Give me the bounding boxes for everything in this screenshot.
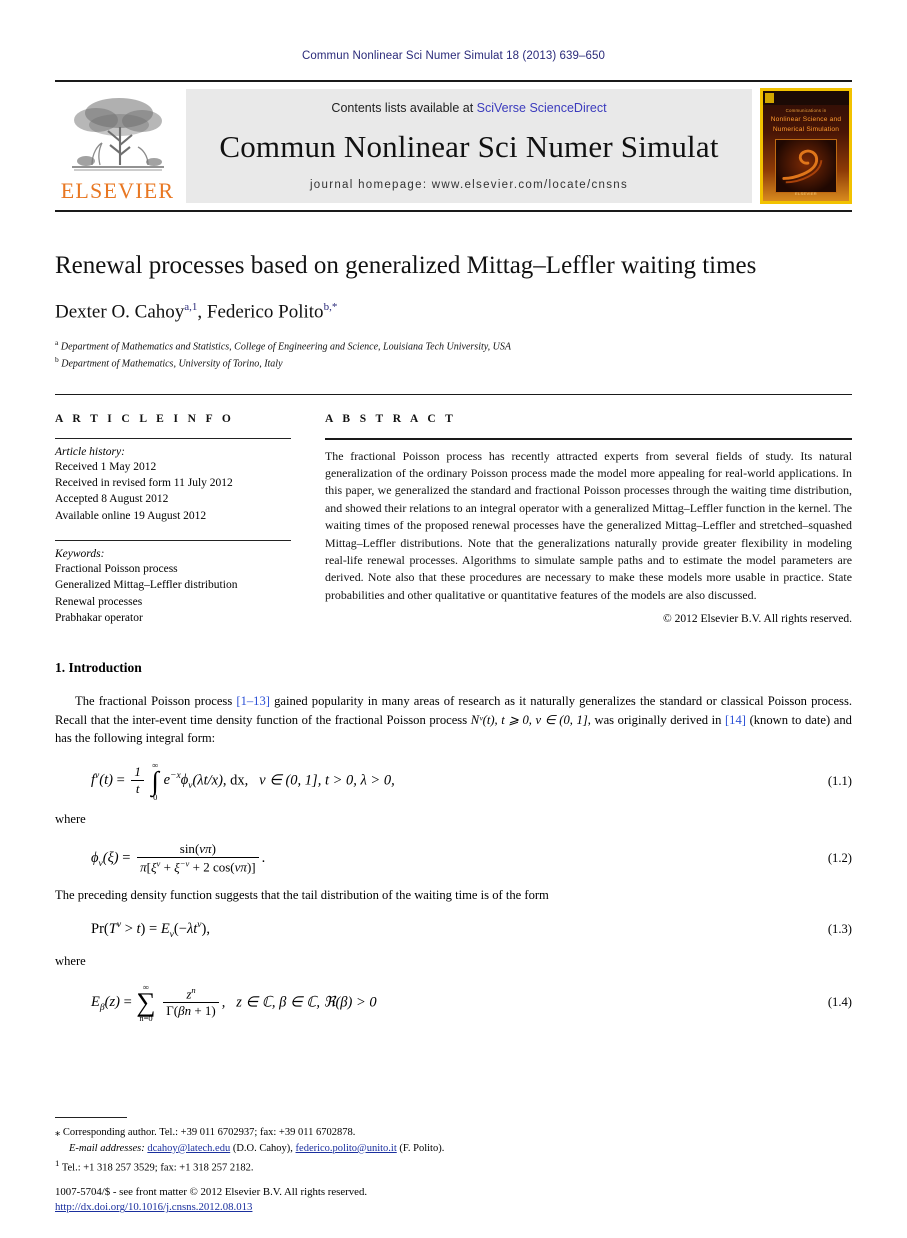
section-heading: 1. Introduction (55, 660, 142, 676)
equation-1-4-condition: z ∈ ℂ, β ∈ ℂ, ℜ(β) > 0 (236, 993, 377, 1010)
colophon: 1007-5704/$ - see front matter © 2012 El… (55, 1185, 367, 1216)
intro-paragraph: The fractional Poisson process [1–13] ga… (55, 692, 852, 747)
intro-text-a: The fractional Poisson process (75, 694, 237, 709)
footnote-corresponding-text: Corresponding author. Tel.: +39 011 6702… (62, 1126, 356, 1138)
elsevier-tree-icon (62, 93, 174, 181)
author-marks: a,1 (184, 300, 198, 313)
where-line-1: where (55, 812, 86, 827)
abstract-text: The fractional Poisson process has recen… (325, 448, 852, 602)
affiliation-mark: b (55, 355, 59, 365)
where-line-2: where (55, 953, 86, 968)
citation-link[interactable]: [1–13] (236, 694, 270, 708)
email-owner-cahoy: (D.O. Cahoy), (232, 1142, 293, 1154)
paper-page: Commun Nonlinear Sci Numer Simulat 18 (2… (0, 0, 907, 1238)
page-title: Renewal processes based on generalized M… (55, 252, 757, 279)
post-equation-text: The preceding density function suggests … (55, 887, 549, 902)
abstract-copyright: © 2012 Elsevier B.V. All rights reserved… (663, 613, 852, 626)
author-name: Dexter O. Cahoy (55, 301, 185, 323)
keyword-item: Renewal processes (55, 595, 143, 608)
author-name: Federico Polito (206, 301, 324, 323)
cover-artwork (775, 139, 837, 194)
article-history-heading: Article history: (55, 445, 125, 458)
abstract-column: A B S T R A C T The fractional Poisson p… (325, 413, 852, 627)
equation-number: (1.4) (827, 994, 852, 1009)
footnote-note-1-text: Tel.: +1 318 257 3529; fax: +1 318 257 2… (61, 1162, 254, 1174)
affiliation-mark: a (55, 338, 59, 348)
equation-1-3-body: Pr(Tν > t) = Eν(−λtν), (91, 919, 210, 940)
footnote-rule (55, 1116, 127, 1118)
cover-line-small: Communications in (785, 108, 827, 113)
affiliation-list: a Department of Mathematics and Statisti… (55, 337, 852, 372)
affiliation-text: Department of Mathematics, University of… (61, 358, 283, 370)
affiliation-text: Department of Mathematics and Statistics… (60, 341, 511, 353)
cover-footer: ELSEVIER (795, 191, 817, 196)
equation-1-1: fν(t) = 1t ∞ ∫ 0 e−xϕν(λt/x), dx, ν ∈ (0, … (55, 761, 852, 801)
citation-link[interactable]: [14] (725, 713, 746, 727)
intro-text-c: , was originally derived in (587, 712, 725, 727)
article-head: Renewal processes based on generalized M… (55, 252, 852, 372)
elsevier-wordmark: ELSEVIER (60, 177, 175, 203)
keyword-item: Fractional Poisson process (55, 563, 178, 576)
equation-1-1-condition: ν ∈ (0, 1], t > 0, λ > 0, (259, 772, 395, 789)
asterisk-icon: ⁎ (55, 1126, 61, 1138)
cover-line-big: Nonlinear Science and Numerical Simulati… (770, 116, 842, 133)
sciencedirect-link[interactable]: SciVerse ScienceDirect (477, 101, 607, 115)
email-owner-polito: (F. Polito). (399, 1142, 445, 1154)
affiliation-item: b Department of Mathematics, University … (55, 354, 852, 371)
equation-number: (1.3) (827, 922, 852, 937)
journal-masthead: ELSEVIER Contents lists available at Sci… (55, 80, 852, 212)
email-link-cahoy[interactable]: dcahoy@latech.edu (147, 1143, 230, 1154)
contents-available-line: Contents lists available at SciVerse Sci… (331, 101, 606, 115)
equation-1-2: ϕν(ξ) = sin(νπ) π[ξν + ξ−ν + 2 cos(νπ)] … (55, 841, 852, 876)
introduction-section: 1. Introduction The fractional Poisson p… (55, 660, 852, 1022)
history-item: Received in revised form 11 July 2012 (55, 477, 233, 490)
issn-copyright-line: 1007-5704/$ - see front matter © 2012 El… (55, 1185, 368, 1198)
equation-number: (1.1) (827, 773, 852, 788)
journal-homepage[interactable]: journal homepage: www.elsevier.com/locat… (310, 179, 628, 191)
footnote-corresponding-author: ⁎ Corresponding author. Tel.: +39 011 67… (55, 1125, 852, 1141)
journal-cover-thumbnail[interactable]: Communications in Nonlinear Science and … (760, 88, 852, 204)
equation-1-4: Eβ(z) = ∞ ∑ n=0 zn Γ(βn + 1) , z ∈ ℂ, β ∈ … (55, 983, 852, 1023)
keyword-item: Prabhakar operator (55, 612, 143, 625)
email-link-polito[interactable]: federico.polito@unito.it (296, 1143, 397, 1154)
author-list: Dexter O. Cahoya,1, Federico Politob,* (55, 300, 338, 323)
footnote-note-1: 1 Tel.: +1 318 257 3529; fax: +1 318 257… (55, 1157, 852, 1176)
cover-publisher-mark (763, 91, 849, 105)
contents-prefix: Contents lists available at (331, 100, 477, 115)
doi-link[interactable]: http://dx.doi.org/10.1016/j.cnsns.2012.0… (55, 1201, 252, 1213)
affiliation-item: a Department of Mathematics and Statisti… (55, 337, 852, 354)
elsevier-logo: ELSEVIER (55, 82, 180, 210)
journal-title: Commun Nonlinear Sci Numer Simulat (219, 128, 719, 164)
footnote-block: ⁎ Corresponding author. Tel.: +39 011 67… (55, 1116, 852, 1176)
equation-1-2-body: ϕν(ξ) = sin(νπ) π[ξν + ξ−ν + 2 cos(νπ)] … (91, 841, 266, 875)
running-head: Commun Nonlinear Sci Numer Simulat 18 (2… (301, 50, 606, 62)
footnote-mark-1: 1 (55, 1157, 60, 1168)
article-info-column: A R T I C L E I N F O Article history: R… (55, 413, 291, 627)
keywords-heading: Keywords: (55, 548, 105, 561)
history-item: Available online 19 August 2012 (55, 509, 207, 522)
footnote-emails: E-mail addresses: dcahoy@latech.edu (D.O… (55, 1141, 852, 1157)
equation-1-4-body: Eβ(z) = ∞ ∑ n=0 zn Γ(βn + 1) , z ∈ ℂ, β ∈ … (91, 981, 377, 1023)
article-info-label: A R T I C L E I N F O (55, 412, 235, 425)
keyword-item: Generalized Mittag–Leffler distribution (55, 579, 238, 592)
inline-math: Nᵛ(t), t ⩾ 0, ν ∈ (0, 1] (470, 712, 588, 727)
history-item: Received 1 May 2012 (55, 460, 157, 473)
history-item: Accepted 8 August 2012 (55, 493, 169, 506)
masthead-center-panel: Contents lists available at SciVerse Sci… (186, 89, 752, 203)
equation-1-3: Pr(Tν > t) = Eν(−λtν), (1.3) (55, 917, 852, 943)
abstract-label: A B S T R A C T (325, 412, 457, 425)
info-abstract-block: A R T I C L E I N F O Article history: R… (55, 393, 852, 627)
equation-1-1-body: fν(t) = 1t ∞ ∫ 0 e−xϕν(λt/x), dx, ν ∈ (0, … (91, 760, 395, 802)
email-label: E-mail addresses: (69, 1142, 145, 1154)
author-marks: b,* (323, 300, 338, 313)
equation-number: (1.2) (827, 851, 852, 866)
